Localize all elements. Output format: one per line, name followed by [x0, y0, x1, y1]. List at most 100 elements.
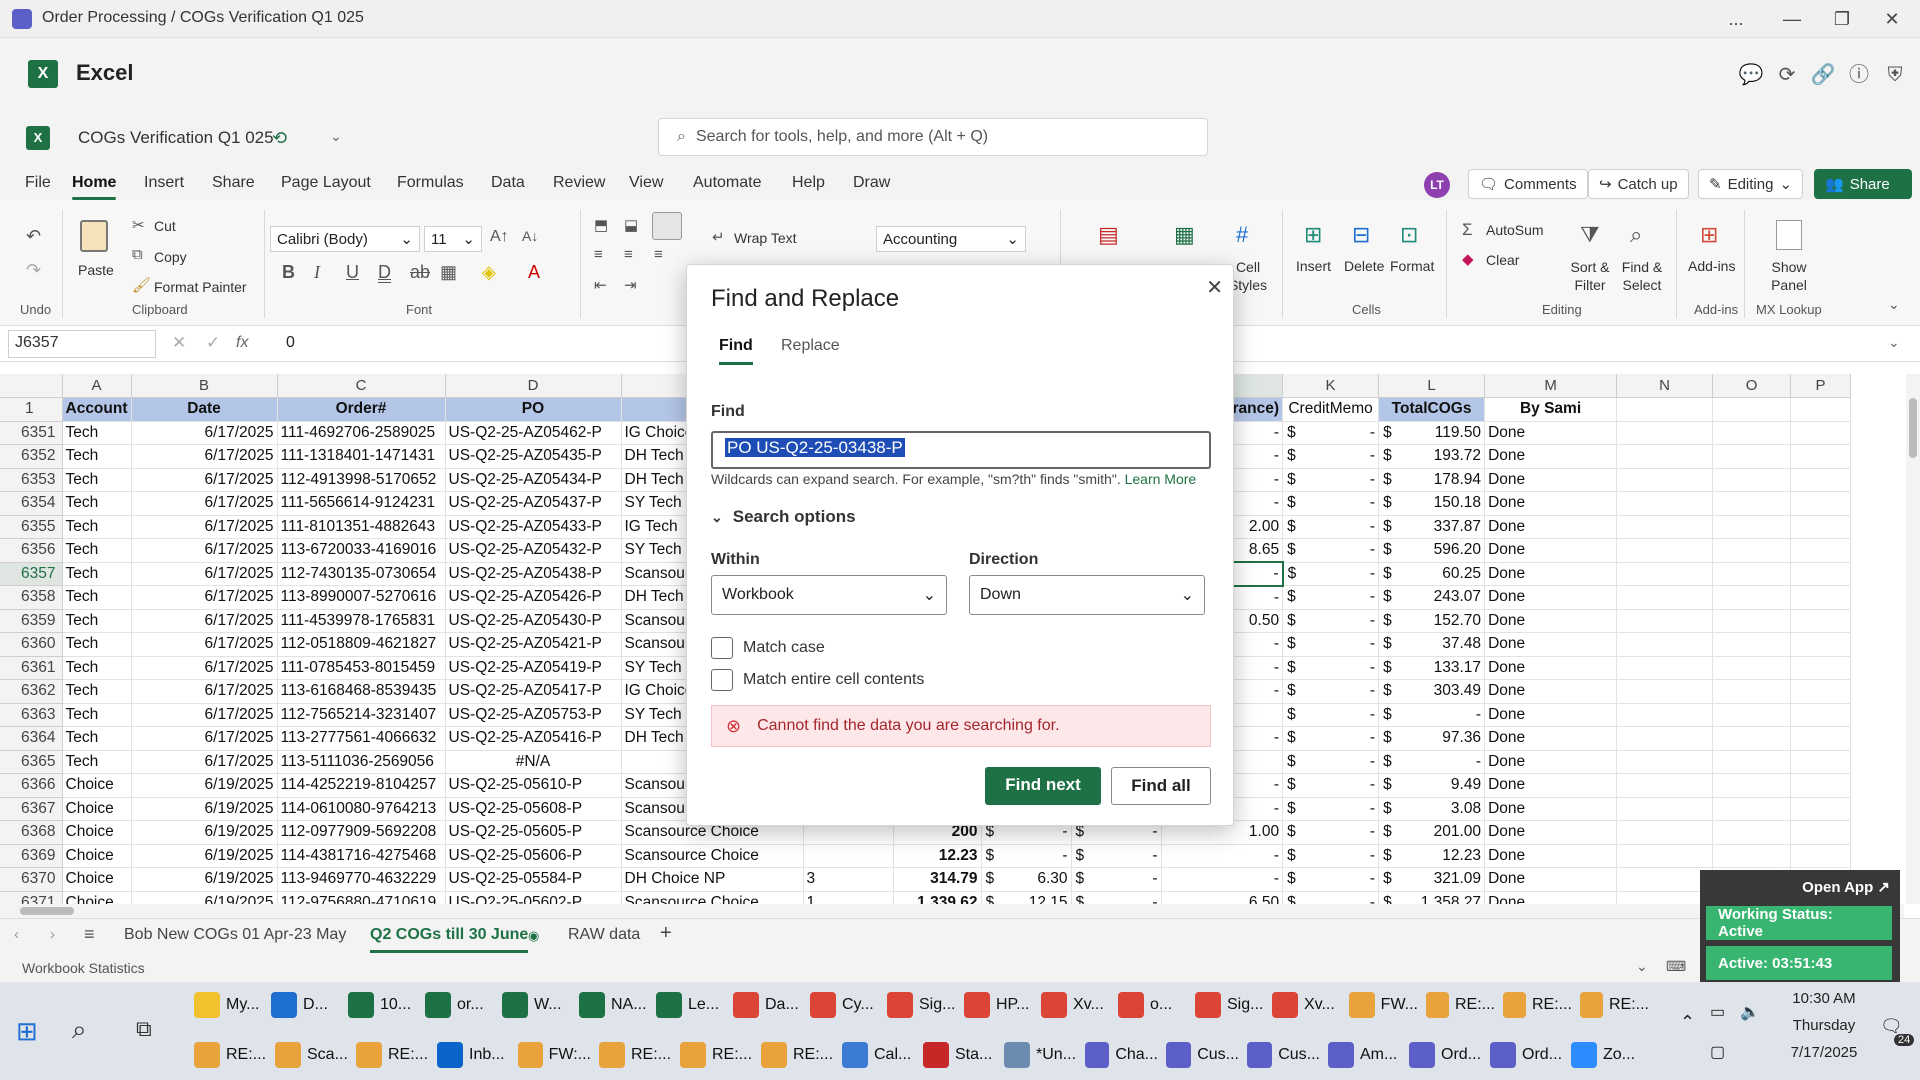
cell-o[interactable]	[1712, 679, 1792, 704]
shield-icon[interactable]: ⛨	[1880, 60, 1910, 90]
taskbar-app-button[interactable]: RE:...	[1499, 984, 1576, 1026]
taskbar-app-button[interactable]: HP...	[960, 984, 1037, 1026]
tray-chevron-icon[interactable]: ⌃	[1680, 1012, 1695, 1033]
cell-o[interactable]	[1712, 562, 1792, 586]
sort-filter-button[interactable]: Sort & Filter	[1564, 258, 1616, 294]
row-header[interactable]: 6351	[0, 421, 63, 445]
refresh-icon[interactable]: ⟳	[1772, 60, 1802, 90]
cell-n[interactable]	[1616, 444, 1714, 469]
cell-n[interactable]	[1616, 609, 1714, 633]
cell-totalcogs[interactable]: $193.72	[1378, 444, 1486, 469]
header-cell[interactable]	[1790, 397, 1852, 422]
cell-p[interactable]	[1790, 491, 1852, 516]
fill-color-icon[interactable]: ◈	[482, 262, 496, 283]
keyboard-icon[interactable]: ⌨	[1666, 958, 1686, 975]
cell-creditmemo[interactable]: $ -	[1282, 515, 1380, 539]
cell-h[interactable]: $6.30	[981, 867, 1072, 892]
header-cell[interactable]: PO	[445, 397, 622, 422]
cell-bysami[interactable]: Done	[1484, 844, 1618, 868]
cell-n[interactable]	[1616, 562, 1714, 586]
cell-po[interactable]: US-Q2-25-AZ05753-P	[445, 703, 622, 727]
underline-icon[interactable]: U	[346, 262, 359, 283]
cell-o[interactable]	[1712, 632, 1792, 657]
delete-cells-icon[interactable]: ⊟	[1352, 222, 1370, 248]
tab-data[interactable]: Data	[491, 174, 525, 192]
name-box[interactable]: J6357	[8, 330, 156, 358]
chat-icon[interactable]: 💬	[1736, 60, 1766, 90]
strikethrough-icon[interactable]: ab	[410, 262, 430, 283]
align-top-icon[interactable]: ⬒	[594, 216, 608, 234]
checkbox-box[interactable]	[711, 637, 733, 659]
tab-find[interactable]: Find	[719, 337, 753, 365]
column-header[interactable]: C	[277, 374, 446, 398]
cell-disti[interactable]: DH Choice NP	[621, 867, 804, 892]
autosum-button[interactable]: AutoSum	[1486, 222, 1544, 238]
tab-review[interactable]: Review	[553, 174, 605, 192]
cell-bysami[interactable]: Done	[1484, 491, 1618, 516]
cell-n[interactable]	[1616, 797, 1714, 821]
cell-creditmemo[interactable]: $ -	[1282, 773, 1380, 798]
taskbar-app-button[interactable]: RE:...	[757, 1034, 838, 1076]
cell-totalcogs[interactable]: $150.18	[1378, 491, 1486, 516]
within-select[interactable]: Workbook ⌄	[711, 575, 947, 615]
taskbar-app-button[interactable]: Xv...	[1037, 984, 1114, 1026]
cell-order[interactable]: 112-9756880-4710619	[277, 891, 446, 904]
cell-account[interactable]: Choice	[62, 867, 132, 892]
tab-page-layout[interactable]: Page Layout	[281, 174, 371, 192]
cell-order[interactable]: 113-9469770-4632229	[277, 867, 446, 892]
header-cell[interactable]: Date	[131, 397, 278, 422]
taskbar-app-button[interactable]: Zo...	[1567, 1034, 1648, 1076]
more-options-icon[interactable]: ...	[1712, 4, 1760, 34]
row-header[interactable]: 6370	[0, 867, 63, 892]
row-header[interactable]: 6358	[0, 585, 63, 610]
header-cell[interactable]: By Sami	[1484, 397, 1618, 422]
search-options-toggle[interactable]: ⌄ Search options	[711, 507, 856, 527]
cell-creditmemo[interactable]: $ -	[1282, 750, 1380, 774]
cell-totalcogs[interactable]: $321.09	[1378, 867, 1486, 892]
cell-n[interactable]	[1616, 468, 1714, 492]
cell-po[interactable]: US-Q2-25-AZ05437-P	[445, 491, 622, 516]
cell-n[interactable]	[1616, 632, 1714, 657]
sort-filter-icon[interactable]: ⧩	[1580, 222, 1600, 248]
cell-date[interactable]: 6/17/2025	[131, 468, 278, 492]
clear-button[interactable]: Clear	[1486, 252, 1519, 268]
avatar[interactable]: LT	[1424, 172, 1450, 198]
cell-bysami[interactable]: Done	[1484, 797, 1618, 821]
cell-creditmemo[interactable]: $ -	[1282, 891, 1380, 904]
taskbar-app-button[interactable]: Da...	[729, 984, 806, 1026]
cell-n[interactable]	[1616, 820, 1714, 845]
cell-o[interactable]	[1712, 773, 1792, 798]
cell-p[interactable]	[1790, 703, 1852, 727]
cell-j[interactable]: -	[1161, 844, 1284, 868]
cell-n[interactable]	[1616, 538, 1714, 563]
cell-totalcogs[interactable]: $1,358.27	[1378, 891, 1486, 904]
header-cell[interactable]	[1712, 397, 1792, 422]
align-right-icon[interactable]: ≡	[654, 246, 663, 263]
cell-creditmemo[interactable]: $ -	[1282, 421, 1380, 445]
find-input[interactable]: PO US-Q2-25-03438-P	[711, 431, 1211, 469]
cell-p[interactable]	[1790, 421, 1852, 445]
cell-order[interactable]: 113-6168468-8539435	[277, 679, 446, 704]
prev-sheet-icon[interactable]: ‹	[14, 926, 19, 943]
tab-home[interactable]: Home	[72, 174, 117, 200]
row-header[interactable]: 6362	[0, 679, 63, 704]
taskbar-app-button[interactable]: D...	[267, 984, 344, 1026]
workbook-statistics[interactable]: Workbook Statistics	[22, 960, 145, 976]
cell-order[interactable]: 111-1318401-1471431	[277, 444, 446, 469]
cell-creditmemo[interactable]: $ -	[1282, 820, 1380, 845]
cell-date[interactable]: 6/17/2025	[131, 421, 278, 445]
cell-totalcogs[interactable]: $337.87	[1378, 515, 1486, 539]
cell-order[interactable]: 111-8101351-4882643	[277, 515, 446, 539]
task-view-icon[interactable]: ⧉	[136, 1016, 152, 1042]
row-header[interactable]: 6353	[0, 468, 63, 492]
cell-styles-icon[interactable]: #	[1236, 222, 1248, 248]
cell-order[interactable]: 111-5656614-9124231	[277, 491, 446, 516]
cell-bysami[interactable]: Done	[1484, 820, 1618, 845]
cell-date[interactable]: 6/17/2025	[131, 656, 278, 680]
cell-order[interactable]: 112-4913998-5170652	[277, 468, 446, 492]
sheet-tab[interactable]: RAW data	[568, 926, 640, 944]
double-underline-icon[interactable]: D	[378, 262, 391, 283]
decrease-indent-icon[interactable]: ⇤	[594, 276, 607, 294]
cell-totalcogs[interactable]: $243.07	[1378, 585, 1486, 610]
cell-creditmemo[interactable]: $ -	[1282, 656, 1380, 680]
